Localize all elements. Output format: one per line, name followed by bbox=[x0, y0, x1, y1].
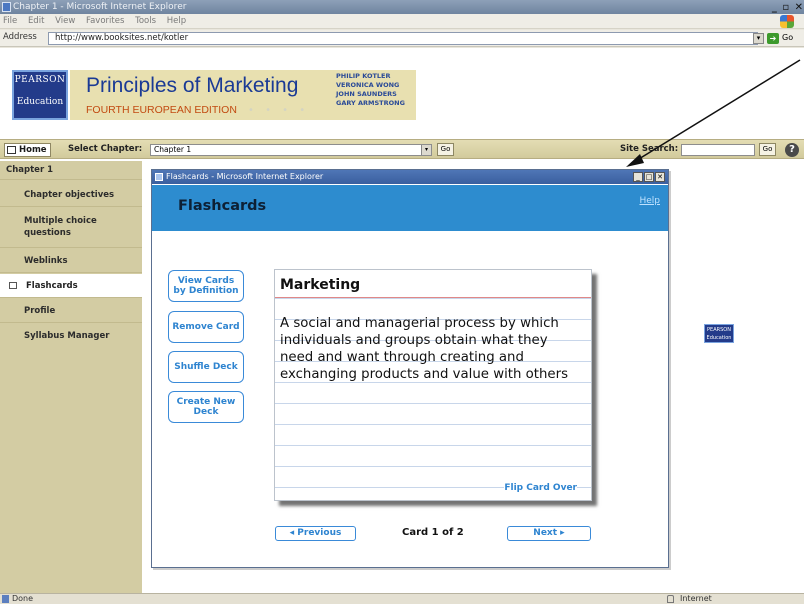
select-chapter-label: Select Chapter: bbox=[68, 144, 143, 154]
home-icon bbox=[7, 146, 16, 154]
close-icon[interactable]: ✕ bbox=[655, 172, 665, 182]
address-input[interactable]: http://www.booksites.net/kotler bbox=[48, 32, 758, 45]
site-search-label: Site Search: bbox=[620, 144, 679, 154]
help-icon[interactable]: ? bbox=[785, 143, 799, 157]
address-label: Address bbox=[3, 32, 37, 42]
sidebar-chapter-heading: Chapter 1 bbox=[0, 161, 142, 180]
card-definition: A social and managerial process by which… bbox=[280, 316, 568, 382]
author: PHILIP KOTLER bbox=[336, 72, 391, 80]
sidebar-item-multiple-choice[interactable]: Multiple choice questions bbox=[0, 208, 142, 248]
flashcard[interactable]: Marketing A social and managerial proces… bbox=[274, 269, 592, 501]
flashcards-popup-window: Flashcards - Microsoft Internet Explorer… bbox=[151, 169, 669, 568]
address-go-button[interactable]: Go bbox=[782, 33, 793, 42]
popup-window-controls: _ □ ✕ bbox=[633, 172, 665, 182]
window-controls[interactable]: _ ▫ ✕ bbox=[772, 1, 804, 15]
popup-heading: Flashcards bbox=[178, 198, 267, 214]
sidebar-item-syllabus-manager[interactable]: Syllabus Manager bbox=[0, 324, 142, 348]
site-banner: PEARSON Education Principles of Marketin… bbox=[0, 48, 804, 136]
shuffle-deck-button[interactable]: Shuffle Deck bbox=[168, 351, 244, 383]
author-list: PHILIP KOTLER VERONICA WONG JOHN SAUNDER… bbox=[336, 72, 405, 108]
remove-card-button[interactable]: Remove Card bbox=[168, 311, 244, 343]
menu-edit[interactable]: Edit bbox=[28, 16, 44, 26]
sidebar-item-weblinks[interactable]: Weblinks bbox=[0, 249, 142, 273]
sidebar-item-chapter-objectives[interactable]: Chapter objectives bbox=[0, 183, 142, 207]
pearson-education-logo[interactable]: PEARSON Education bbox=[12, 70, 68, 120]
ie-icon bbox=[2, 2, 11, 12]
flip-card-link[interactable]: Flip Card Over bbox=[504, 483, 577, 493]
view-by-definition-button[interactable]: View Cards by Definition bbox=[168, 270, 244, 302]
author: VERONICA WONG bbox=[336, 81, 400, 89]
address-bar: Address http://www.booksites.net/kotler … bbox=[0, 30, 804, 47]
book-edition: FOURTH EUROPEAN EDITION bbox=[86, 104, 237, 116]
pearson-small-logo[interactable]: PEARSON Education bbox=[704, 324, 734, 343]
site-search-input[interactable] bbox=[681, 144, 755, 156]
menu-view[interactable]: View bbox=[55, 16, 75, 26]
popup-header: Flashcards Help bbox=[152, 185, 668, 231]
card-margin-line bbox=[275, 297, 591, 298]
status-text: Done bbox=[12, 594, 34, 603]
chevron-down-icon[interactable]: ▾ bbox=[421, 145, 431, 155]
go-arrow-icon[interactable]: ➔ bbox=[767, 33, 779, 44]
search-go-button[interactable]: Go bbox=[759, 143, 776, 156]
ie-icon bbox=[155, 173, 163, 181]
menu-tools[interactable]: Tools bbox=[135, 16, 156, 26]
maximize-icon[interactable]: □ bbox=[644, 172, 654, 182]
minimize-icon[interactable]: _ bbox=[633, 172, 643, 182]
lock-icon bbox=[667, 595, 674, 603]
author: JOHN SAUNDERS bbox=[336, 90, 397, 98]
sidebar: Chapter 1 Chapter objectives Multiple ch… bbox=[0, 161, 142, 593]
chapter-go-button[interactable]: Go bbox=[437, 143, 454, 156]
browser-title-bar[interactable]: Chapter 1 - Microsoft Internet Explorer … bbox=[0, 0, 804, 14]
help-link[interactable]: Help bbox=[639, 196, 660, 206]
popup-title: Flashcards - Microsoft Internet Explorer bbox=[166, 172, 324, 181]
previous-card-button[interactable]: ◂ Previous bbox=[275, 526, 356, 541]
card-term: Marketing bbox=[280, 277, 367, 293]
sidebar-item-flashcards[interactable]: Flashcards bbox=[0, 274, 142, 298]
flashcard-icon bbox=[9, 282, 17, 289]
create-new-deck-button[interactable]: Create New Deck bbox=[168, 391, 244, 423]
windows-logo-icon bbox=[780, 15, 794, 28]
browser-title: Chapter 1 - Microsoft Internet Explorer bbox=[13, 2, 187, 12]
address-dropdown-icon[interactable]: ▾ bbox=[753, 33, 764, 44]
popup-title-bar[interactable]: Flashcards - Microsoft Internet Explorer… bbox=[152, 170, 668, 184]
chapter-navigation-bar: Home Select Chapter: Chapter 1 ▾ Go Site… bbox=[0, 139, 804, 159]
menu-bar: File Edit View Favorites Tools Help bbox=[0, 14, 804, 29]
book-title-banner: Principles of Marketing FOURTH EUROPEAN … bbox=[70, 70, 416, 120]
next-card-button[interactable]: Next ▸ bbox=[507, 526, 591, 541]
author: GARY ARMSTRONG bbox=[336, 99, 405, 107]
menu-favorites[interactable]: Favorites bbox=[86, 16, 124, 26]
page-icon bbox=[2, 595, 9, 603]
decorative-dots: • • • • bbox=[248, 105, 310, 116]
security-zone: Internet bbox=[680, 594, 712, 603]
menu-help[interactable]: Help bbox=[167, 16, 186, 26]
home-button[interactable]: Home bbox=[4, 143, 51, 157]
chapter-select[interactable]: Chapter 1 ▾ bbox=[150, 144, 432, 156]
sidebar-item-profile[interactable]: Profile bbox=[0, 299, 142, 323]
menu-file[interactable]: File bbox=[3, 16, 17, 26]
card-counter: Card 1 of 2 bbox=[402, 527, 464, 538]
book-title: Principles of Marketing bbox=[86, 74, 299, 97]
browser-status-bar: Done Internet bbox=[0, 593, 804, 604]
